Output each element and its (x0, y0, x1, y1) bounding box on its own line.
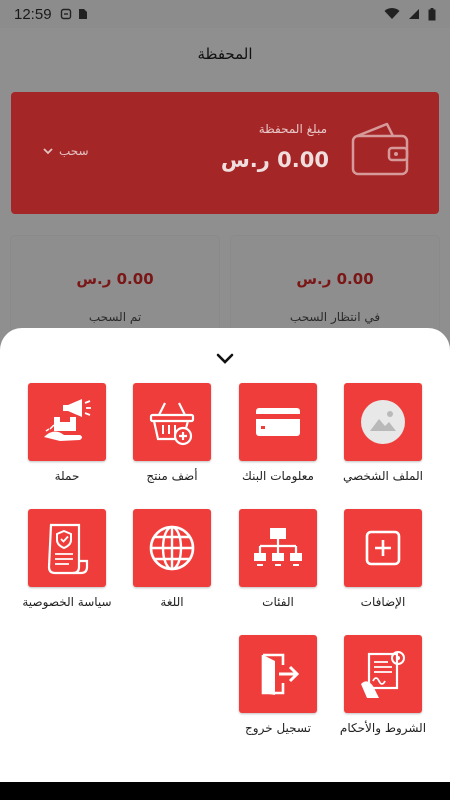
add-product-basket-icon (149, 402, 195, 446)
menu-item-label: اللغة (160, 595, 184, 609)
sim-card-icon (78, 9, 87, 19)
menu-item-label: سياسة الخصوصية (22, 595, 112, 609)
menu-item-label: أضف منتج (146, 469, 198, 483)
menu-item-bank-info[interactable]: معلومات البنك (223, 383, 333, 483)
chevron-down-icon (43, 147, 53, 154)
page-title: المحفظة (197, 45, 253, 63)
bank-card-icon (256, 408, 300, 436)
terms-conditions-icon (361, 651, 405, 698)
wallet-balance-card: مبلغ المحفظة 0.00 ر.س سحب (11, 92, 439, 214)
categories-hierarchy-icon (254, 528, 302, 566)
menu-item-campaign[interactable]: حملة (12, 383, 122, 483)
pending-withdrawal-label: في انتظار السحب (289, 310, 381, 324)
wifi-icon (384, 8, 400, 19)
withdrawn-label: تم السحب (88, 310, 142, 324)
menu-item-label: الفئات (262, 595, 294, 609)
menu-item-label: الشروط والأحكام (339, 721, 427, 735)
sync-status-icon (60, 8, 71, 20)
wallet-icon (351, 122, 409, 176)
menu-item-categories[interactable]: الفئات (223, 509, 333, 609)
status-bar: 12:59 (0, 0, 450, 28)
profile-image-icon (361, 400, 405, 444)
wallet-amount-value: 0.00 ر.س (220, 148, 329, 172)
menu-item-label: تسجيل خروج (245, 721, 311, 735)
menu-item-addons[interactable]: الإضافات (328, 509, 438, 609)
menu-item-terms-conditions[interactable]: الشروط والأحكام (328, 635, 438, 735)
logout-icon (261, 653, 300, 695)
menu-item-label: معلومات البنك (242, 469, 314, 483)
withdraw-label: سحب (59, 144, 89, 158)
wallet-amount-label: مبلغ المحفظة (258, 122, 327, 136)
campaign-megaphone-icon (44, 399, 91, 441)
menu-item-add-product[interactable]: أضف منتج (117, 383, 227, 483)
menu-item-label: الإضافات (360, 595, 406, 609)
menu-item-language[interactable]: اللغة (117, 509, 227, 609)
language-globe-icon (149, 525, 195, 571)
battery-icon (428, 7, 436, 20)
menu-item-profile[interactable]: الملف الشخصي (328, 383, 438, 483)
add-plus-icon (365, 530, 401, 566)
menu-item-privacy-policy[interactable]: سياسة الخصوصية (12, 509, 122, 609)
menu-item-logout[interactable]: تسجيل خروج (223, 635, 333, 735)
pending-withdrawal-value: 0.00 ر.س (296, 270, 374, 288)
menu-item-label: حملة (54, 469, 80, 483)
privacy-policy-icon (47, 523, 89, 575)
collapse-chevron-icon[interactable] (214, 352, 236, 366)
system-navigation-bar (0, 782, 450, 800)
menu-item-label: الملف الشخصي (343, 469, 423, 483)
withdraw-button[interactable]: سحب (43, 144, 89, 158)
status-time: 12:59 (14, 5, 52, 23)
menu-bottom-sheet: الملف الشخصي معلومات البنك أضف منتج حملة… (0, 328, 450, 782)
signal-icon (409, 9, 419, 19)
withdrawn-value: 0.00 ر.س (76, 270, 154, 288)
